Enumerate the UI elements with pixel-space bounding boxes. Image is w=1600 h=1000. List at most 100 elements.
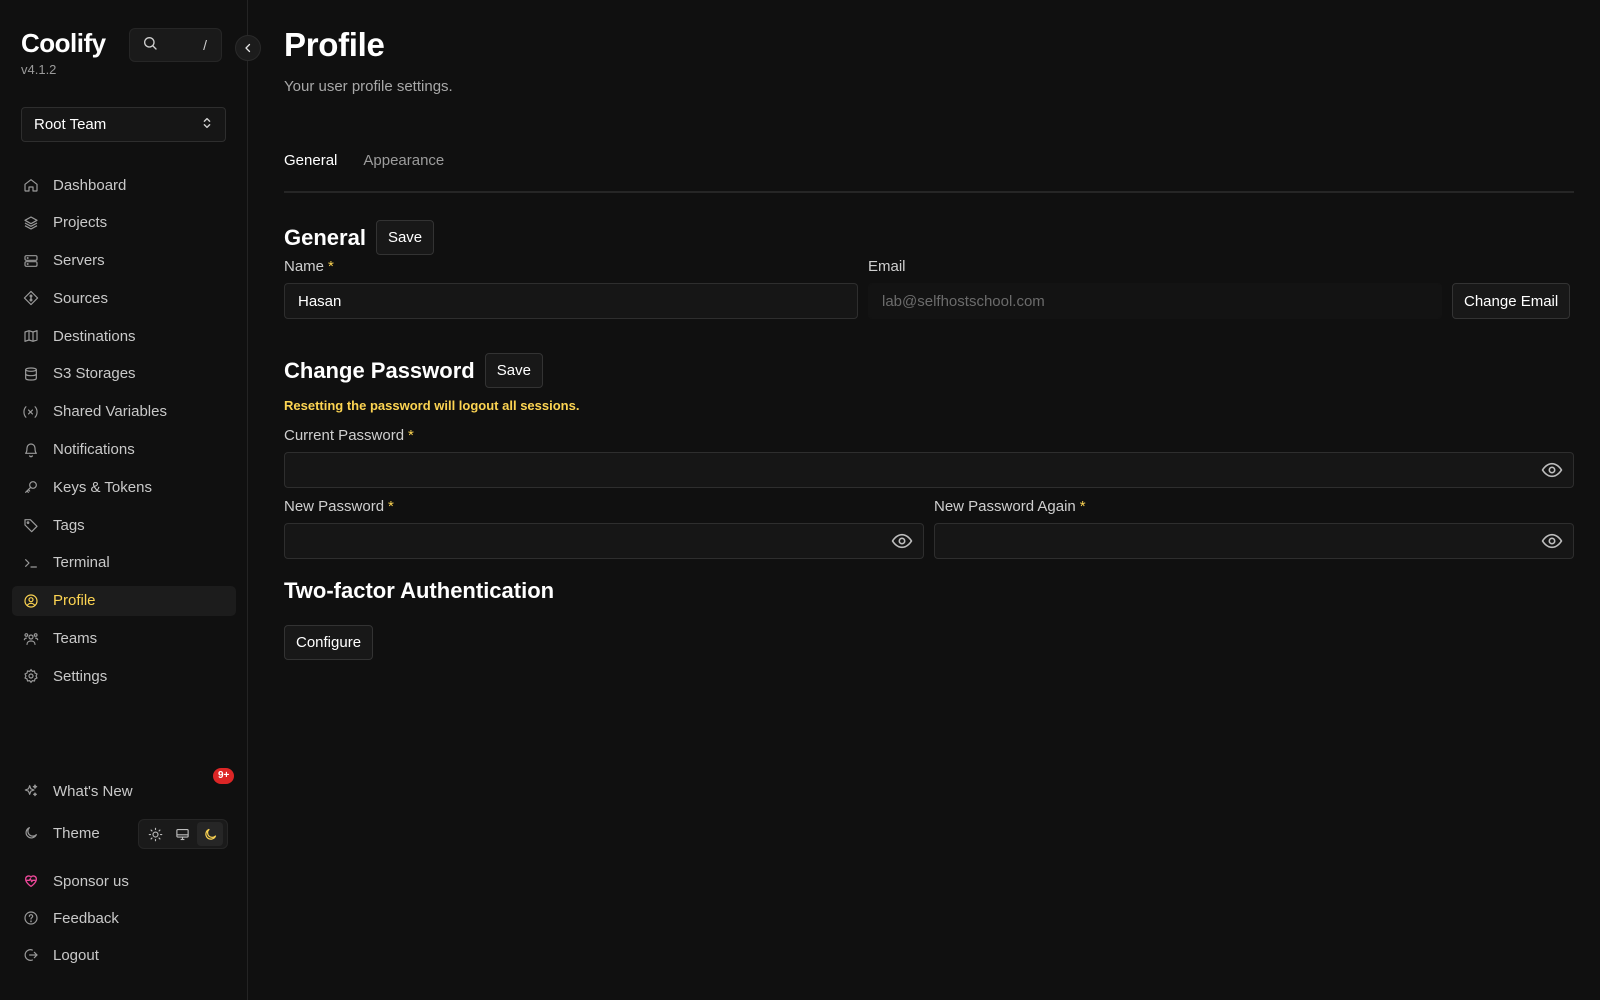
email-label: Email (868, 258, 906, 275)
server-icon (22, 252, 39, 269)
sidebar-item-label: Servers (53, 252, 105, 270)
brand: Coolify v4.1.2 (21, 28, 106, 77)
password-section-header: Change Password Save (284, 353, 543, 388)
whats-new-link[interactable]: What's New 9+ (12, 768, 236, 806)
bell-icon (22, 441, 39, 458)
sidebar-item-label: Shared Variables (53, 403, 167, 421)
tag-icon (22, 517, 39, 534)
eye-icon[interactable] (1541, 461, 1563, 479)
theme-dark-button[interactable] (197, 822, 224, 846)
sidebar-item-servers[interactable]: Servers (12, 246, 236, 276)
sidebar-item-notifications[interactable]: Notifications (12, 435, 236, 465)
team-select-value: Root Team (34, 116, 107, 133)
sidebar-item-keys-tokens[interactable]: Keys & Tokens (12, 472, 236, 502)
sidebar-item-profile[interactable]: Profile (12, 585, 236, 616)
team-select[interactable]: Root Team (21, 107, 226, 142)
gear-icon (22, 668, 39, 685)
whats-new-badge: 9+ (213, 768, 235, 784)
sidebar-item-label: Teams (53, 630, 98, 648)
email-input[interactable]: lab@selfhostschool.com (868, 283, 1442, 319)
sparkles-icon (22, 783, 39, 800)
email-input-value: lab@selfhostschool.com (882, 292, 1045, 310)
layers-icon (22, 214, 39, 231)
sidebar-item-teams[interactable]: Teams (12, 624, 236, 654)
password-save-button[interactable]: Save (484, 353, 543, 388)
theme-system-button[interactable] (170, 822, 196, 846)
new-password-label: New Password * (284, 498, 394, 515)
general-section-title: General (284, 224, 366, 250)
variable-icon (22, 403, 39, 420)
sidebar-item-label: Tags (53, 516, 85, 534)
sidebar: Coolify v4.1.2 / Root Team Dashboard Pro… (0, 0, 248, 1000)
sponsor-link[interactable]: Sponsor us (12, 866, 236, 896)
monitor-icon (176, 828, 190, 840)
general-save-button[interactable]: Save (375, 220, 435, 255)
name-label-text: Name (284, 258, 325, 275)
sidebar-item-label: S3 Storages (53, 365, 136, 383)
sidebar-item-terminal[interactable]: Terminal (12, 548, 236, 578)
sidebar-item-label: Notifications (53, 441, 135, 459)
password-section-title: Change Password (284, 357, 475, 383)
name-input-value: Hasan (298, 292, 342, 310)
logout-link[interactable]: Logout (12, 940, 236, 970)
sidebar-item-label: Keys & Tokens (53, 478, 152, 496)
sidebar-item-label: Dashboard (53, 176, 127, 194)
heart-icon (22, 873, 39, 890)
general-section-header: General Save (284, 220, 435, 255)
current-password-label: Current Password * (284, 427, 414, 444)
required-mark: * (408, 427, 414, 444)
page-title: Profile (284, 26, 385, 63)
theme-row: Theme (12, 818, 236, 849)
sidebar-item-settings[interactable]: Settings (12, 661, 236, 691)
theme-light-button[interactable] (143, 822, 169, 846)
sidebar-item-sources[interactable]: Sources (12, 283, 236, 313)
sidebar-bottom: What's New 9+ Theme Sponsor us Feedback … (12, 768, 236, 970)
eye-icon[interactable] (891, 532, 913, 550)
logout-icon (22, 947, 39, 964)
sidebar-item-s3-storages[interactable]: S3 Storages (12, 359, 236, 389)
required-mark: * (388, 498, 394, 515)
tab-general[interactable]: General (284, 150, 337, 191)
sidebar-item-projects[interactable]: Projects (12, 208, 236, 238)
feedback-link[interactable]: Feedback (12, 903, 236, 933)
map-icon (22, 328, 39, 345)
sidebar-item-dashboard[interactable]: Dashboard (12, 170, 236, 200)
database-icon (22, 365, 39, 382)
sidebar-item-label: Terminal (53, 554, 110, 572)
search-button[interactable]: / (129, 28, 222, 62)
configure-2fa-button[interactable]: Configure (284, 625, 374, 660)
moon-icon (22, 825, 39, 842)
chevron-left-icon (245, 43, 251, 53)
sidebar-item-tags[interactable]: Tags (12, 510, 236, 540)
search-shortcut: / (203, 37, 207, 53)
sun-icon (148, 827, 163, 841)
sidebar-item-label: Destinations (53, 327, 136, 345)
sidebar-item-label: Projects (53, 214, 108, 232)
users-icon (22, 630, 39, 647)
chevron-up-down-icon (201, 116, 213, 134)
sidebar-item-label: Sources (53, 289, 109, 307)
tab-appearance[interactable]: Appearance (363, 150, 444, 191)
current-password-label-text: Current Password (284, 427, 405, 444)
new-password-again-input[interactable] (934, 523, 1574, 559)
help-circle-icon (22, 910, 39, 927)
brand-version: v4.1.2 (21, 62, 57, 77)
user-circle-icon (22, 592, 39, 609)
sidebar-nav: Dashboard Projects Servers Sources Desti… (12, 170, 236, 699)
logout-label: Logout (53, 946, 99, 964)
name-input[interactable]: Hasan (284, 283, 858, 319)
sidebar-item-label: Settings (53, 667, 108, 685)
feedback-label: Feedback (53, 909, 119, 927)
new-password-input[interactable] (284, 523, 924, 559)
key-icon (22, 479, 39, 496)
whats-new-label: What's New (53, 782, 133, 800)
new-password-again-label: New Password Again * (934, 498, 1086, 515)
change-email-button[interactable]: Change Email (1452, 283, 1571, 319)
eye-icon[interactable] (1541, 532, 1563, 550)
sidebar-item-shared-variables[interactable]: Shared Variables (12, 397, 236, 427)
current-password-input[interactable] (284, 452, 1574, 488)
sidebar-item-destinations[interactable]: Destinations (12, 321, 236, 351)
brand-title[interactable]: Coolify (21, 28, 106, 58)
required-mark: * (328, 258, 334, 275)
collapse-sidebar-button[interactable] (235, 35, 261, 61)
